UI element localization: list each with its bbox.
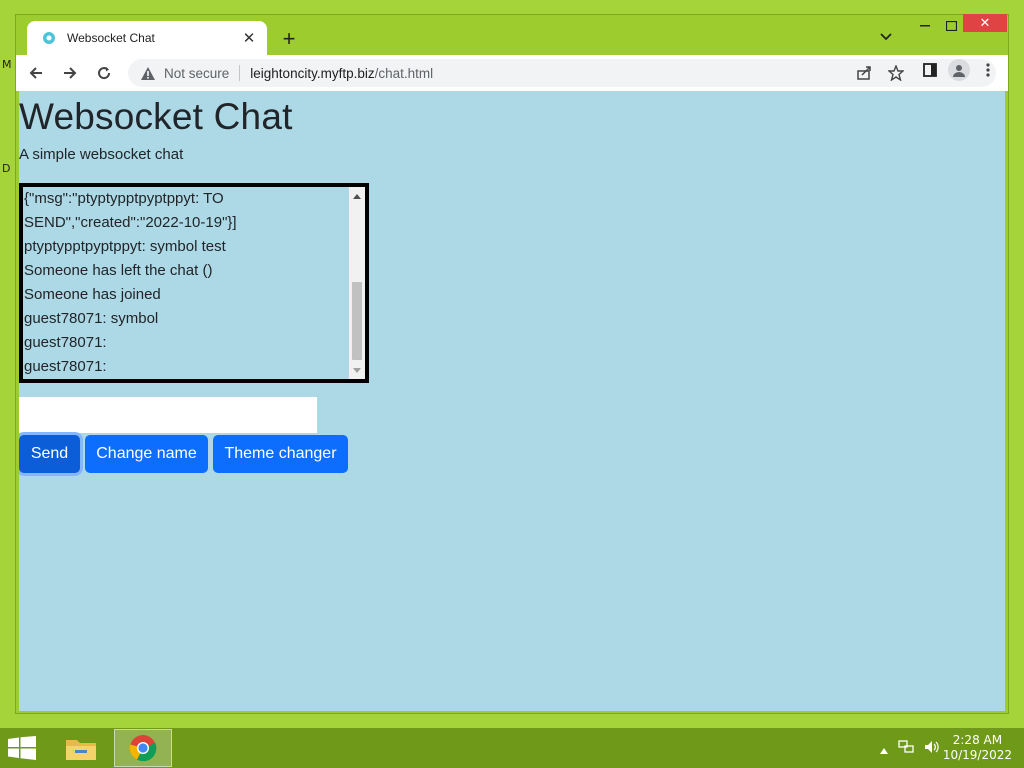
desktop-icon-label-m: M <box>2 58 12 71</box>
chat-message: guest78071: <box>24 334 107 351</box>
close-window-button[interactable]: ✕ <box>963 14 1007 32</box>
back-button[interactable] <box>22 59 50 87</box>
browser-window: Websocket Chat ✕ + ✕ Not secure leighton… <box>15 14 1009 714</box>
chat-scrollbar[interactable] <box>349 187 365 379</box>
taskbar: 2:28 AM 10/19/2022 <box>0 728 1024 768</box>
toolbar-actions <box>920 59 998 81</box>
forward-button[interactable] <box>56 59 84 87</box>
address-bar[interactable]: Not secure leightoncity.myftp.biz/chat.h… <box>128 59 996 87</box>
bookmark-star-icon[interactable] <box>886 63 906 83</box>
chat-message: guest78071: <box>24 358 107 375</box>
chat-message: Someone has joined <box>24 286 161 303</box>
reload-button[interactable] <box>90 59 118 87</box>
tab-strip: Websocket Chat ✕ + ✕ <box>16 14 1008 55</box>
page-title: Websocket Chat <box>19 96 293 137</box>
tab-websocket-chat[interactable]: Websocket Chat ✕ <box>27 21 267 55</box>
page-viewport: Websocket Chat A simple websocket chat {… <box>19 91 1005 711</box>
message-input[interactable] <box>19 397 317 433</box>
security-label[interactable]: Not secure <box>164 66 229 81</box>
chat-log[interactable]: {"msg":"ptyptypptpyptppyt: TO SEND","cre… <box>19 183 369 383</box>
scrollbar-thumb[interactable] <box>352 282 362 360</box>
chat-message: ptyptypptpyptppyt: symbol test <box>24 238 226 255</box>
chat-message: guest78071: symbol <box>24 310 159 327</box>
file-explorer-icon[interactable] <box>62 730 100 766</box>
profile-avatar-icon[interactable] <box>948 59 970 81</box>
close-tab-icon[interactable]: ✕ <box>241 30 257 47</box>
side-panel-icon[interactable] <box>920 60 940 80</box>
share-icon[interactable] <box>854 63 874 83</box>
omnibox-divider <box>239 65 241 81</box>
network-icon[interactable] <box>898 740 914 759</box>
system-tray <box>880 740 940 759</box>
globe-icon <box>41 30 57 46</box>
clock-date: 10/19/2022 <box>942 748 1012 762</box>
kebab-menu-icon[interactable] <box>978 60 998 80</box>
url-host: leightoncity.myftp.biz <box>250 65 375 81</box>
chevron-down-icon[interactable] <box>876 27 896 47</box>
scroll-down-arrow-icon[interactable] <box>349 363 365 377</box>
page-subtitle: A simple websocket chat <box>19 146 184 163</box>
chrome-taskbar-icon[interactable] <box>114 729 172 767</box>
tray-expand-arrow-icon[interactable] <box>880 741 888 759</box>
new-tab-button[interactable]: + <box>276 26 302 52</box>
clock-time: 2:28 AM <box>952 733 1003 747</box>
taskbar-clock[interactable]: 2:28 AM 10/19/2022 <box>943 733 1012 763</box>
browser-toolbar: Not secure leightoncity.myftp.biz/chat.h… <box>16 55 1008 91</box>
omnibox-actions <box>854 63 906 83</box>
minimize-button[interactable] <box>912 17 938 35</box>
maximize-button[interactable] <box>938 17 964 35</box>
chat-message: Someone has left the chat () <box>24 262 213 279</box>
change-name-button[interactable]: Change name <box>85 435 208 473</box>
send-button[interactable]: Send <box>19 435 80 473</box>
warning-icon[interactable] <box>138 63 158 83</box>
chat-messages: {"msg":"ptyptypptpyptppyt: TO SEND","cre… <box>23 187 351 379</box>
windows-start-icon[interactable] <box>8 736 38 762</box>
volume-icon[interactable] <box>924 740 940 759</box>
theme-changer-button[interactable]: Theme changer <box>213 435 348 473</box>
scroll-up-arrow-icon[interactable] <box>349 189 365 203</box>
chat-message: {"msg":"ptyptypptpyptppyt: TO SEND","cre… <box>24 190 237 231</box>
tab-title: Websocket Chat <box>67 31 155 45</box>
desktop-icon-label-d: D <box>2 162 11 175</box>
url-path: /chat.html <box>374 65 434 81</box>
